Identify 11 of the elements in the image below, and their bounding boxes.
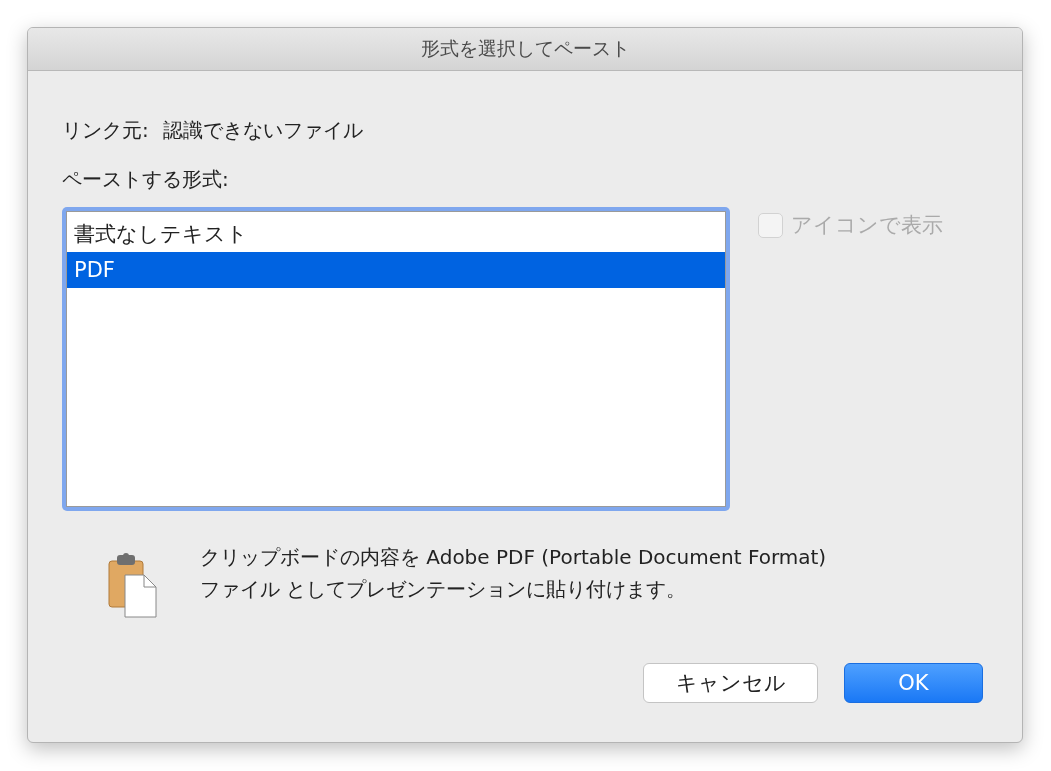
format-item[interactable]: 書式なしテキスト [67,216,725,252]
format-list[interactable]: 書式なしテキスト PDF [62,207,730,511]
format-label: ペーストする形式: [62,166,230,193]
clipboard-icon [108,551,158,619]
cancel-button[interactable]: キャンセル [643,663,818,703]
format-item[interactable]: PDF [67,252,725,288]
checkbox-label: アイコンで表示 [791,212,943,239]
description-text: クリップボードの内容を Adobe PDF (Portable Document Format) ファイル としてプレゼンテーションに貼り付けます。 [200,544,827,603]
source-value: 認識できないファイル [162,117,363,144]
source-label: リンク元: [62,117,149,144]
window-title: 形式を選択してペースト [420,36,630,61]
